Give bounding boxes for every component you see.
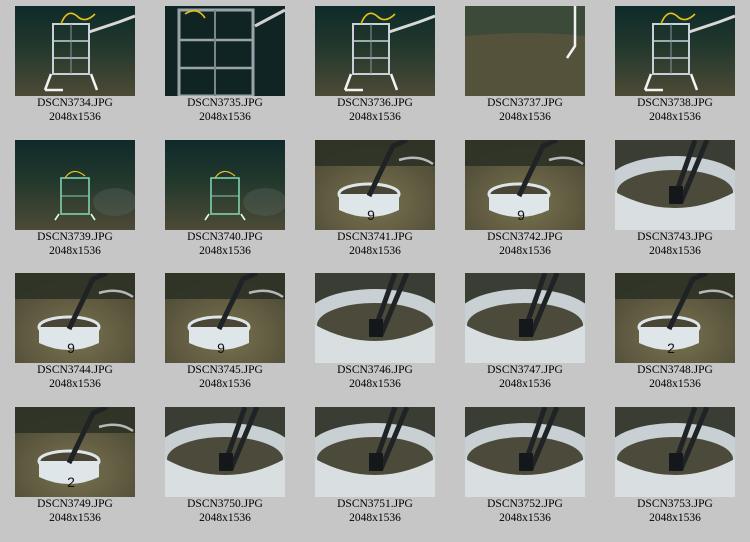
thumbnail-filename[interactable]: DSCN3736.JPG: [300, 97, 450, 110]
thumbnail-dimensions: 2048x1536: [349, 378, 401, 390]
thumbnail-image[interactable]: [465, 273, 585, 363]
svg-text:9: 9: [67, 340, 75, 356]
thumbnail-filename[interactable]: DSCN3742.JPG: [450, 231, 600, 244]
thumbnail-image[interactable]: 9: [465, 140, 585, 230]
thumbnail-image[interactable]: [465, 407, 585, 497]
thumbnail-filename[interactable]: DSCN3739.JPG: [0, 231, 150, 244]
thumbnail-filename[interactable]: DSCN3749.JPG: [0, 498, 150, 511]
thumbnail-image[interactable]: [165, 6, 285, 96]
thumbnail-image[interactable]: 2: [615, 273, 735, 363]
thumbnail-image[interactable]: 9: [315, 140, 435, 230]
thumbnail-image[interactable]: [165, 407, 285, 497]
thumbnail-filename[interactable]: DSCN3752.JPG: [450, 498, 600, 511]
thumbnail-image[interactable]: 9: [165, 273, 285, 363]
thumbnail-dimensions: 2048x1536: [649, 245, 701, 257]
thumbnail-filename[interactable]: DSCN3750.JPG: [150, 498, 300, 511]
thumbnail-filename[interactable]: DSCN3738.JPG: [600, 97, 750, 110]
thumbnail-image[interactable]: [315, 273, 435, 363]
thumbnail-dimensions: 2048x1536: [199, 378, 251, 390]
thumbnail-filename[interactable]: DSCN3746.JPG: [300, 364, 450, 377]
svg-text:2: 2: [67, 474, 75, 490]
thumbnail-dimensions: 2048x1536: [649, 378, 701, 390]
thumbnail-filename[interactable]: DSCN3745.JPG: [150, 364, 300, 377]
thumbnail-dimensions: 2048x1536: [649, 111, 701, 123]
thumbnail-image[interactable]: [465, 6, 585, 96]
thumbnail-dimensions: 2048x1536: [499, 512, 551, 524]
thumbnail-dimensions: 2048x1536: [199, 111, 251, 123]
thumbnail-gallery: DSCN3734.JPG 2048x1536 DSCN3735.JPG 2048x1…: [0, 0, 750, 542]
thumbnail-image[interactable]: [315, 6, 435, 96]
thumbnail-dimensions: 2048x1536: [49, 378, 101, 390]
thumbnail-dimensions: 2048x1536: [199, 245, 251, 257]
thumbnail-filename[interactable]: DSCN3747.JPG: [450, 364, 600, 377]
thumbnail-dimensions: 2048x1536: [199, 512, 251, 524]
thumbnail-image[interactable]: [615, 6, 735, 96]
thumbnail-dimensions: 2048x1536: [49, 512, 101, 524]
thumbnail-image[interactable]: 2: [15, 407, 135, 497]
thumbnail-image[interactable]: 9: [15, 273, 135, 363]
thumbnail-filename[interactable]: DSCN3740.JPG: [150, 231, 300, 244]
thumbnail-dimensions: 2048x1536: [649, 512, 701, 524]
thumbnail-dimensions: 2048x1536: [499, 245, 551, 257]
thumbnail-image[interactable]: [315, 407, 435, 497]
thumbnail-filename[interactable]: DSCN3744.JPG: [0, 364, 150, 377]
thumbnail-dimensions: 2048x1536: [349, 512, 401, 524]
thumbnail-filename[interactable]: DSCN3743.JPG: [600, 231, 750, 244]
thumbnail-dimensions: 2048x1536: [349, 111, 401, 123]
thumbnail-dimensions: 2048x1536: [499, 378, 551, 390]
thumbnail-image[interactable]: [615, 407, 735, 497]
thumbnail-image[interactable]: [15, 140, 135, 230]
svg-text:9: 9: [367, 207, 375, 223]
thumbnail-dimensions: 2048x1536: [499, 111, 551, 123]
thumbnail-dimensions: 2048x1536: [49, 111, 101, 123]
thumbnail-filename[interactable]: DSCN3751.JPG: [300, 498, 450, 511]
svg-text:9: 9: [517, 207, 525, 223]
thumbnail-dimensions: 2048x1536: [349, 245, 401, 257]
thumbnail-filename[interactable]: DSCN3753.JPG: [600, 498, 750, 511]
svg-text:9: 9: [217, 340, 225, 356]
svg-text:2: 2: [667, 340, 675, 356]
thumbnail-filename[interactable]: DSCN3737.JPG: [450, 97, 600, 110]
thumbnail-image[interactable]: [165, 140, 285, 230]
thumbnail-image[interactable]: [615, 140, 735, 230]
thumbnail-filename[interactable]: DSCN3734.JPG: [0, 97, 150, 110]
thumbnail-image[interactable]: [15, 6, 135, 96]
thumbnail-filename[interactable]: DSCN3735.JPG: [150, 97, 300, 110]
thumbnail-dimensions: 2048x1536: [49, 245, 101, 257]
thumbnail-filename[interactable]: DSCN3748.JPG: [600, 364, 750, 377]
thumbnail-filename[interactable]: DSCN3741.JPG: [300, 231, 450, 244]
